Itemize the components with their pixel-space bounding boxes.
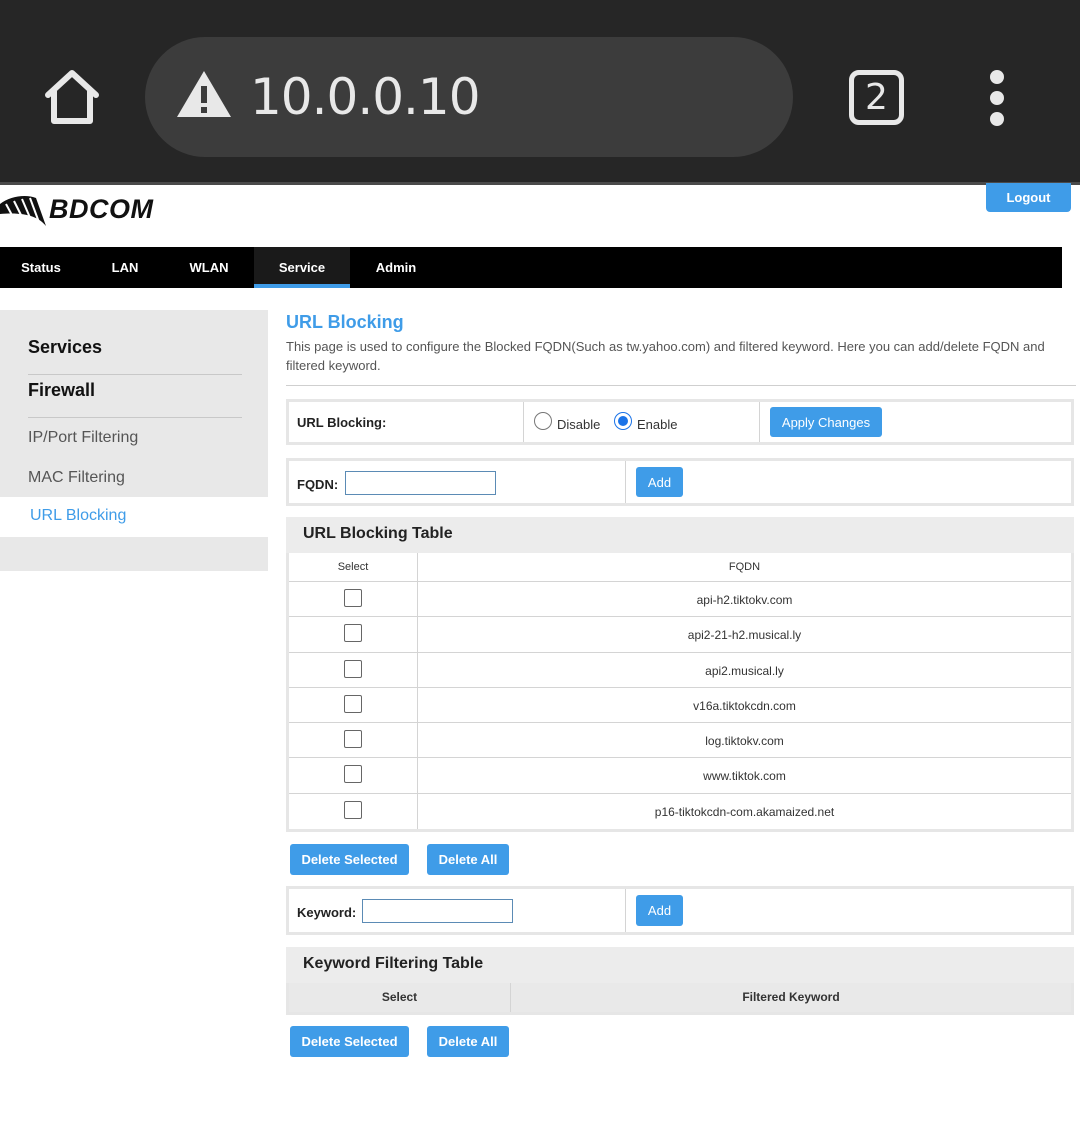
- bdcom-logo: BDCOM: [0, 192, 170, 232]
- fqdn-cell: api2-21-h2.musical.ly: [687, 628, 802, 642]
- url-text[interactable]: 10.0.0.10: [250, 67, 481, 127]
- keyword-table-title: Keyword Filtering Table: [303, 955, 484, 972]
- fqdn-cell: v16a.tiktokcdn.com: [693, 699, 796, 713]
- fqdn-add-button[interactable]: Add: [636, 467, 683, 497]
- browser-toolbar: 10.0.0.10 2: [0, 0, 1080, 182]
- table-row: api2.musical.ly: [289, 653, 1071, 688]
- enable-label: Enable: [637, 417, 678, 432]
- column-header-fqdn: FQDN: [728, 561, 761, 573]
- nav-lan[interactable]: LAN: [82, 247, 168, 288]
- sidebar: Services Firewall IP/Port Filtering MAC …: [0, 310, 268, 571]
- row-checkbox[interactable]: [344, 624, 362, 642]
- page-title: URL Blocking: [286, 312, 404, 332]
- fqdn-cell: api2.musical.ly: [705, 664, 784, 678]
- delete-selected-keyword-button[interactable]: Delete Selected: [290, 1026, 409, 1057]
- table-row: p16-tiktokcdn-com.akamaized.net: [289, 794, 1071, 829]
- nav-status[interactable]: Status: [0, 247, 82, 288]
- nav-service[interactable]: Service: [254, 247, 350, 288]
- cell-divider: [625, 461, 626, 503]
- apply-changes-button[interactable]: Apply Changes: [770, 407, 882, 437]
- fqdn-label: FQDN:: [297, 477, 339, 492]
- address-bar[interactable]: 10.0.0.10: [145, 37, 793, 157]
- keyword-table-header: Keyword Filtering Table: [286, 947, 1074, 983]
- fqdn-cell: log.tiktokv.com: [705, 734, 784, 748]
- more-menu-icon[interactable]: [982, 70, 1012, 126]
- fqdn-cell: api-h2.tiktokv.com: [696, 593, 793, 607]
- url-blocking-table-title: URL Blocking Table: [303, 525, 453, 542]
- nav-admin[interactable]: Admin: [350, 247, 442, 288]
- keyword-filtering-table: Select Filtered Keyword: [286, 983, 1074, 1015]
- fqdn-input[interactable]: [345, 471, 496, 495]
- table-row: log.tiktokv.com: [289, 723, 1071, 758]
- sidebar-divider: [28, 417, 242, 418]
- column-divider: [417, 553, 418, 829]
- cell-divider: [625, 889, 626, 932]
- row-checkbox[interactable]: [344, 801, 362, 819]
- url-blocking-row: URL Blocking: Disable Enable Apply Chang…: [286, 399, 1074, 445]
- cell-divider: [759, 402, 760, 442]
- divider: [286, 385, 1076, 386]
- fqdn-cell: www.tiktok.com: [703, 769, 786, 783]
- fqdn-row: FQDN: Add: [286, 458, 1074, 506]
- sidebar-divider: [28, 374, 242, 375]
- keyword-add-button[interactable]: Add: [636, 895, 683, 926]
- column-header-filtered-keyword: Filtered Keyword: [742, 990, 840, 1004]
- url-blocking-table-header: URL Blocking Table: [286, 517, 1074, 553]
- row-checkbox[interactable]: [344, 765, 362, 783]
- logo-text: BDCOM: [49, 194, 154, 224]
- table-row: api-h2.tiktokv.com: [289, 582, 1071, 617]
- delete-selected-url-button[interactable]: Delete Selected: [290, 844, 409, 875]
- sidebar-item-ip-port-filtering[interactable]: IP/Port Filtering: [28, 429, 138, 447]
- disable-label: Disable: [557, 417, 601, 432]
- sidebar-section-firewall[interactable]: Firewall: [28, 380, 95, 401]
- column-divider: [510, 983, 511, 1012]
- column-header-select: Select: [381, 990, 418, 1004]
- column-header-select: Select: [337, 561, 369, 573]
- logout-button[interactable]: Logout: [986, 183, 1071, 212]
- table-row: www.tiktok.com: [289, 758, 1071, 794]
- page-description: This page is used to configure the Block…: [286, 339, 1045, 373]
- sidebar-item-url-blocking[interactable]: URL Blocking: [30, 507, 126, 525]
- sidebar-item-mac-filtering[interactable]: MAC Filtering: [28, 469, 125, 487]
- row-checkbox[interactable]: [344, 589, 362, 607]
- row-checkbox[interactable]: [344, 730, 362, 748]
- keyword-label: Keyword:: [297, 905, 357, 920]
- main-nav: Status LAN WLAN Service Admin: [0, 247, 1062, 288]
- disable-radio[interactable]: [534, 412, 552, 430]
- enable-radio[interactable]: [614, 412, 632, 430]
- keyword-row: Keyword: Add: [286, 886, 1074, 935]
- toolbar-divider: [0, 182, 1080, 185]
- delete-all-url-button[interactable]: Delete All: [427, 844, 509, 875]
- keyword-input[interactable]: [362, 899, 513, 923]
- fqdn-cell: p16-tiktokcdn-com.akamaized.net: [654, 805, 835, 819]
- url-blocking-table: Select FQDN api-h2.tiktokv.com api2-21-h…: [286, 553, 1074, 832]
- nav-wlan[interactable]: WLAN: [168, 247, 250, 288]
- sidebar-section-services[interactable]: Services: [28, 337, 102, 358]
- table-header-row: Select FQDN: [289, 553, 1071, 582]
- warning-icon[interactable]: [175, 69, 233, 119]
- table-row: v16a.tiktokcdn.com: [289, 688, 1071, 723]
- row-checkbox[interactable]: [344, 660, 362, 678]
- table-row: api2-21-h2.musical.ly: [289, 617, 1071, 653]
- cell-divider: [523, 402, 524, 442]
- home-icon[interactable]: [40, 65, 104, 129]
- url-blocking-label: URL Blocking:: [297, 415, 387, 430]
- tab-switcher-button[interactable]: 2: [849, 70, 904, 125]
- row-checkbox[interactable]: [344, 695, 362, 713]
- table-header-row: Select Filtered Keyword: [289, 983, 1071, 1012]
- delete-all-keyword-button[interactable]: Delete All: [427, 1026, 509, 1057]
